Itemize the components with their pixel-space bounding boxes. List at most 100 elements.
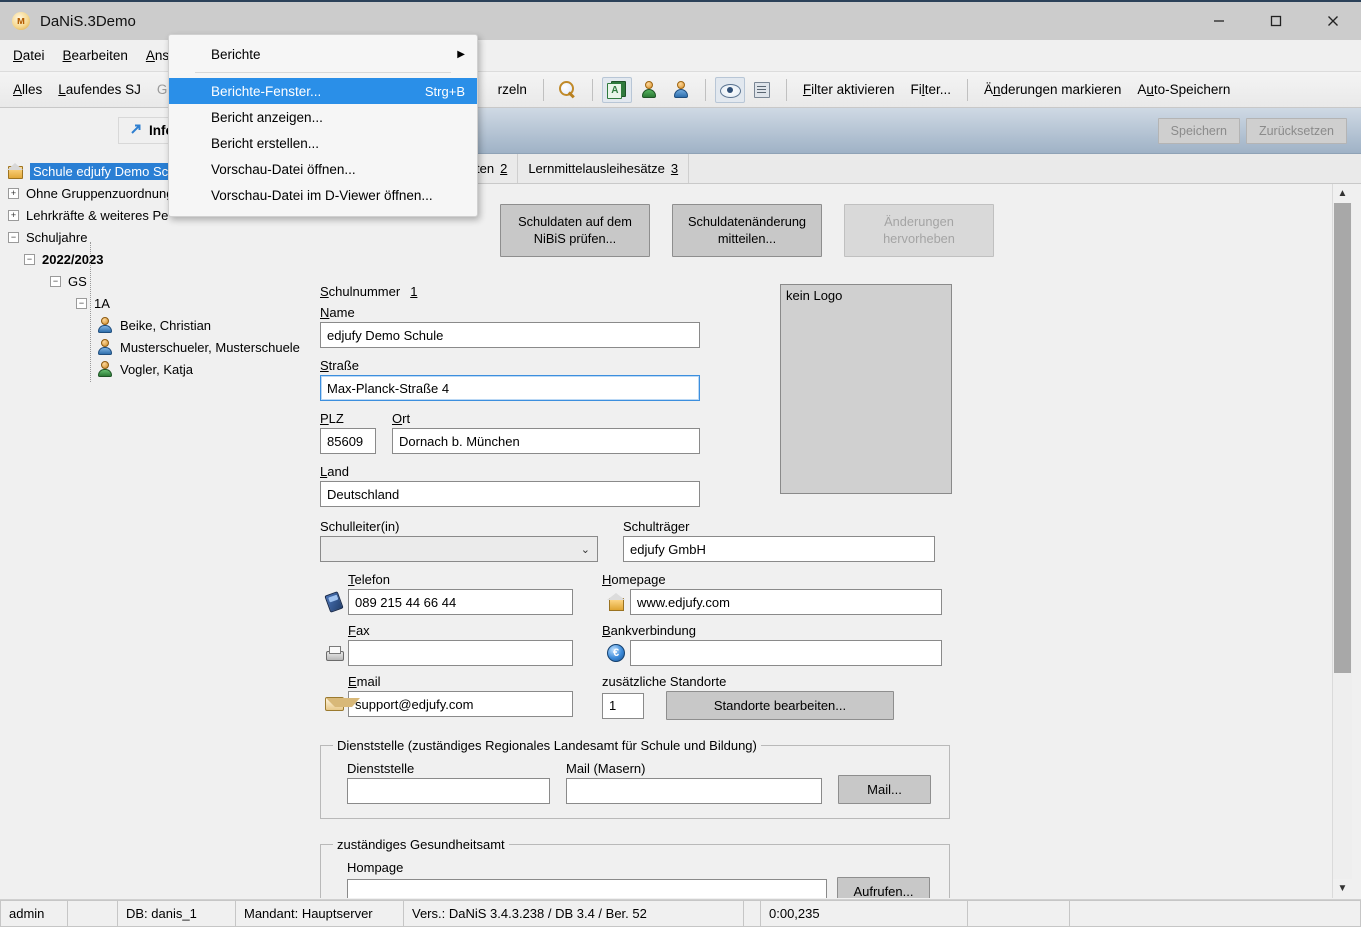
vscroll-trough[interactable] bbox=[1333, 203, 1352, 879]
fax-bank-row: Fax Bankverbindung € bbox=[320, 623, 1330, 666]
student-person-icon[interactable] bbox=[666, 77, 696, 103]
toolbar-einzeln[interactable]: rzeln bbox=[491, 78, 534, 101]
fax-input[interactable] bbox=[348, 640, 573, 666]
ort-input[interactable] bbox=[392, 428, 700, 454]
scroll-up-arrow-icon[interactable]: ▲ bbox=[1333, 184, 1352, 203]
toolbar-aenderungen-markieren[interactable]: Änderungen markieren bbox=[977, 78, 1128, 101]
main-content-panel: Schule Speichern Zurücksetzen ten 2 Lern… bbox=[310, 108, 1361, 898]
check-nibis-button[interactable]: Schuldaten auf demNiBiS prüfen... bbox=[500, 204, 650, 257]
edit-standorte-button[interactable]: Standorte bearbeiten... bbox=[666, 691, 894, 720]
tab-lernmittelausleihesaetze[interactable]: Lernmittelausleihesätze 3 bbox=[518, 154, 689, 183]
expander-minus-icon[interactable]: − bbox=[50, 276, 61, 287]
sidebar-panel: Schule edjufy Demo Sch + Ohne Gruppenzuo… bbox=[0, 108, 300, 875]
tree-node-student-musterschueler[interactable]: Musterschueler, Musterschueler bbox=[0, 336, 300, 358]
tree-node-1a[interactable]: − 1A bbox=[0, 292, 300, 314]
tree-node-label: 2022/2023 bbox=[42, 252, 103, 267]
header-buttons: Speichern Zurücksetzen bbox=[1158, 118, 1347, 144]
gesundheitsamt-homepage-label: Hompage bbox=[347, 860, 937, 875]
submenu-arrow-icon: ▶ bbox=[457, 49, 465, 60]
mail-masern-label: Mail (Masern) bbox=[566, 761, 822, 776]
menu-item-label: Bericht erstellen... bbox=[211, 136, 319, 151]
tree-node-label: Ohne Gruppenzuordnung bbox=[26, 186, 173, 201]
magnifier-icon[interactable] bbox=[553, 77, 583, 103]
bankverbindung-input[interactable] bbox=[630, 640, 942, 666]
menu-datei[interactable]: Datei bbox=[4, 43, 54, 68]
plz-input[interactable] bbox=[320, 428, 376, 454]
menu-bearbeiten[interactable]: Bearbeiten bbox=[54, 43, 137, 68]
scroll-down-arrow-icon[interactable]: ▼ bbox=[1333, 879, 1352, 898]
dienststelle-group: Dienststelle (zuständiges Regionales Lan… bbox=[320, 738, 950, 819]
gesundheitsamt-homepage-input[interactable] bbox=[347, 879, 827, 899]
status-cell-8 bbox=[968, 900, 1070, 927]
email-input[interactable] bbox=[348, 691, 573, 717]
save-button[interactable]: Speichern bbox=[1158, 118, 1240, 144]
class-cards-icon[interactable] bbox=[602, 77, 632, 103]
tree-guide-line bbox=[90, 242, 91, 382]
menu-item-bericht-anzeigen[interactable]: Bericht anzeigen... bbox=[169, 104, 477, 130]
bankverbindung-label: Bankverbindung bbox=[602, 623, 942, 638]
schulnummer-label: Schulnummer bbox=[320, 284, 400, 299]
toolbar-filter[interactable]: Filter... bbox=[903, 78, 958, 101]
logo-placeholder-box[interactable]: kein Logo bbox=[780, 284, 952, 494]
land-input[interactable] bbox=[320, 481, 700, 507]
bericht-dropdown-menu: Berichte ▶ Berichte-Fenster... Strg+B Be… bbox=[168, 34, 478, 217]
menu-item-vorschau-datei-oeffnen[interactable]: Vorschau-Datei öffnen... bbox=[169, 156, 477, 182]
menu-item-berichte-fenster[interactable]: Berichte-Fenster... Strg+B bbox=[169, 78, 477, 104]
tree-node-student-beike[interactable]: Beike, Christian bbox=[0, 314, 300, 336]
expander-minus-icon[interactable]: − bbox=[76, 298, 87, 309]
schulleiter-label: Schulleiter(in) bbox=[320, 519, 598, 534]
highlight-changes-button[interactable]: Änderungenhervorheben bbox=[844, 204, 994, 257]
expander-plus-icon[interactable]: + bbox=[8, 210, 19, 221]
tree-node-label: Lehrkräfte & weiteres Pe bbox=[26, 208, 168, 223]
mail-masern-input[interactable] bbox=[566, 778, 822, 804]
schulleiter-select[interactable]: ⌄ bbox=[320, 536, 598, 562]
schultraeger-input[interactable] bbox=[623, 536, 935, 562]
status-db: DB: danis_1 bbox=[118, 900, 236, 927]
form-scroll-area: Schuldaten auf demNiBiS prüfen... Schuld… bbox=[310, 184, 1361, 898]
vscroll-thumb[interactable] bbox=[1334, 203, 1351, 673]
leiter-traeger-row: Schulleiter(in) ⌄ Schulträger bbox=[320, 519, 1330, 562]
status-user: admin bbox=[0, 900, 68, 927]
tree-node-student-vogler[interactable]: Vogler, Katja bbox=[0, 358, 300, 380]
toolbar-laufendes-sj[interactable]: Laufendes SJ bbox=[51, 78, 148, 101]
euro-globe-icon: € bbox=[602, 644, 630, 662]
expander-minus-icon[interactable]: − bbox=[24, 254, 35, 265]
dienststelle-input[interactable] bbox=[347, 778, 550, 804]
telefon-input[interactable] bbox=[348, 589, 573, 615]
expander-minus-icon[interactable]: − bbox=[8, 232, 19, 243]
minimize-icon[interactable] bbox=[1190, 1, 1247, 41]
report-change-button[interactable]: Schuldatenänderungmitteilen... bbox=[672, 204, 822, 257]
dienststelle-group-legend: Dienststelle (zuständiges Regionales Lan… bbox=[333, 738, 761, 753]
expander-plus-icon[interactable]: + bbox=[8, 188, 19, 199]
maximize-icon[interactable] bbox=[1247, 1, 1304, 41]
printer-icon bbox=[320, 646, 348, 661]
tree-node-2022-2023[interactable]: − 2022/2023 bbox=[0, 248, 300, 270]
menu-item-vorschau-datei-d-viewer[interactable]: Vorschau-Datei im D-Viewer öffnen... bbox=[169, 182, 477, 208]
student-blue-icon bbox=[98, 339, 112, 355]
window-title: DaNiS.3Demo bbox=[40, 13, 136, 30]
aufrufen-button[interactable]: Aufrufen... bbox=[837, 877, 930, 898]
tab-label: ten bbox=[476, 161, 494, 176]
standorte-count-input[interactable] bbox=[602, 693, 644, 719]
strasse-input[interactable] bbox=[320, 375, 700, 401]
reset-button[interactable]: Zurücksetzen bbox=[1246, 118, 1347, 144]
teacher-person-icon[interactable] bbox=[634, 77, 664, 103]
mail-button[interactable]: Mail... bbox=[838, 775, 931, 804]
content-vertical-scrollbar[interactable]: ▲ ▼ bbox=[1332, 184, 1351, 898]
toolbar-filter-aktivieren[interactable]: Filter aktivieren bbox=[796, 78, 902, 101]
tree-node-gs[interactable]: − GS bbox=[0, 270, 300, 292]
panel-splitter[interactable] bbox=[300, 108, 310, 898]
menu-item-berichte[interactable]: Berichte ▶ bbox=[169, 41, 477, 67]
menu-item-bericht-erstellen[interactable]: Bericht erstellen... bbox=[169, 130, 477, 156]
tree-node-schuljahre[interactable]: − Schuljahre bbox=[0, 226, 300, 248]
toolbar-alles[interactable]: Alles bbox=[6, 78, 49, 101]
preview-eye-icon[interactable] bbox=[715, 77, 745, 103]
document-icon[interactable] bbox=[747, 77, 777, 103]
toolbar-auto-speichern[interactable]: Auto-Speichern bbox=[1130, 78, 1237, 101]
close-icon[interactable] bbox=[1304, 1, 1361, 41]
homepage-input[interactable] bbox=[630, 589, 942, 615]
name-input[interactable] bbox=[320, 322, 700, 348]
fax-label: Fax bbox=[348, 623, 573, 638]
arrow-up-right-icon bbox=[129, 122, 143, 139]
school-form: Schulnummer 1 Name Straße PLZ Ort bbox=[320, 284, 1330, 898]
